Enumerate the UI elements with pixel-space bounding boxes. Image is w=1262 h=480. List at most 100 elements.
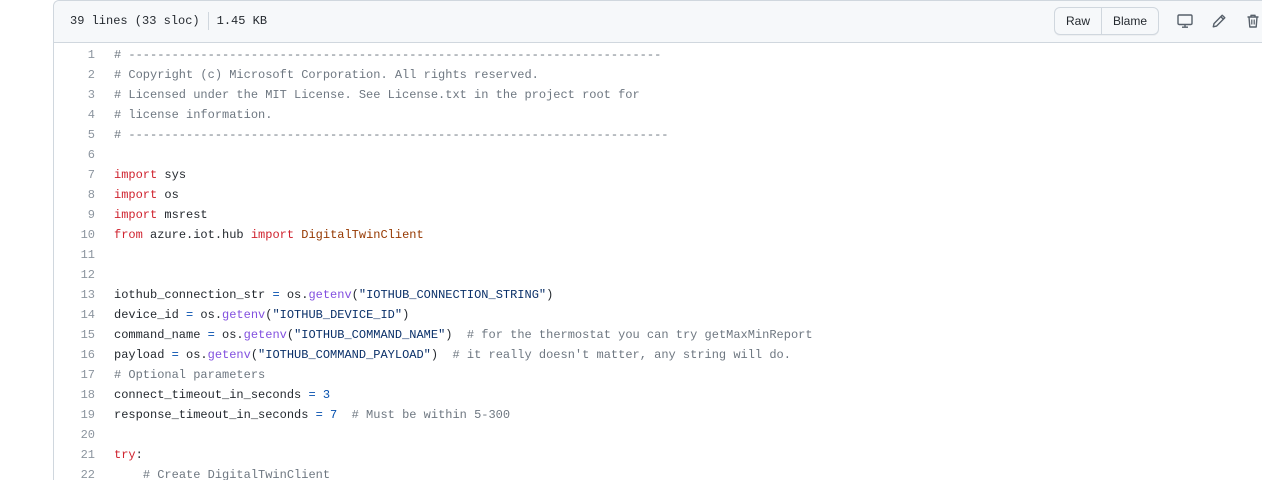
line-source: # Create DigitalTwinClient	[95, 465, 330, 480]
code-token: msrest	[157, 208, 208, 222]
code-token: "IOTHUB_CONNECTION_STRING"	[358, 288, 547, 302]
desktop-icon[interactable]	[1177, 13, 1193, 29]
code-line: 13 iothub_connection_str = os.getenv("IOT…	[54, 285, 1262, 305]
line-number[interactable]: 13	[54, 285, 95, 305]
line-source: import msrest	[95, 205, 208, 225]
code-line: 2 # Copyright (c) Microsoft Corporation. …	[54, 65, 1262, 85]
file-header: 39 lines (33 sloc) 1.45 KB Raw Blame	[54, 1, 1262, 43]
line-source: # --------------------------------------…	[95, 125, 669, 145]
line-number[interactable]: 9	[54, 205, 95, 225]
file-view: 39 lines (33 sloc) 1.45 KB Raw Blame 1 #…	[53, 0, 1262, 480]
code-line: 14 device_id = os.getenv("IOTHUB_DEVICE_I…	[54, 305, 1262, 325]
line-number[interactable]: 17	[54, 365, 95, 385]
code-token: os.	[178, 348, 208, 362]
code-token: os.	[214, 328, 244, 342]
line-number[interactable]: 8	[54, 185, 95, 205]
raw-button[interactable]: Raw	[1055, 8, 1101, 34]
code-token: getenv	[243, 328, 287, 342]
line-number[interactable]: 6	[54, 145, 95, 165]
code-token: (	[250, 348, 259, 362]
code-line: 19 response_timeout_in_seconds = 7 # Must…	[54, 405, 1262, 425]
code-line: 21 try:	[54, 445, 1262, 465]
line-source: import os	[95, 185, 179, 205]
code-token: )	[402, 308, 410, 322]
code-token: try	[114, 448, 136, 462]
pencil-icon[interactable]	[1211, 13, 1227, 29]
code-line: 5 # -------------------------------------…	[54, 125, 1262, 145]
code-line: 16 payload = os.getenv("IOTHUB_COMMAND_PA…	[54, 345, 1262, 365]
code-token: # Optional parameters	[114, 368, 266, 382]
line-number[interactable]: 4	[54, 105, 95, 125]
code-token: sys	[157, 168, 187, 182]
code-token: "IOTHUB_COMMAND_PAYLOAD"	[258, 348, 431, 362]
line-count: 39 lines (33 sloc)	[70, 14, 200, 28]
line-number[interactable]: 20	[54, 425, 95, 445]
code-line: 22 # Create DigitalTwinClient	[54, 465, 1262, 480]
code-token: # --------------------------------------…	[114, 128, 669, 142]
line-number[interactable]: 21	[54, 445, 95, 465]
code-token: "IOTHUB_COMMAND_NAME"	[294, 328, 446, 342]
code-token: =	[272, 288, 280, 302]
code-token: getenv	[222, 308, 266, 322]
code-token: (	[286, 328, 295, 342]
code-line: 18 connect_timeout_in_seconds = 3	[54, 385, 1262, 405]
line-number[interactable]: 15	[54, 325, 95, 345]
code-token: getenv	[308, 288, 352, 302]
code-line: 20	[54, 425, 1262, 445]
code-token: iothub_connection_str	[114, 288, 273, 302]
code-token: os.	[279, 288, 309, 302]
line-source: # Optional parameters	[95, 365, 265, 385]
line-source: # Copyright (c) Microsoft Corporation. A…	[95, 65, 539, 85]
line-number[interactable]: 16	[54, 345, 95, 365]
line-number[interactable]: 22	[54, 465, 95, 480]
line-number[interactable]: 14	[54, 305, 95, 325]
code-token: os	[157, 188, 179, 202]
line-source: connect_timeout_in_seconds = 3	[95, 385, 330, 405]
line-source	[95, 245, 114, 265]
line-number[interactable]: 12	[54, 265, 95, 285]
line-number[interactable]: 11	[54, 245, 95, 265]
line-source	[95, 145, 114, 165]
code-token: response_timeout_in_seconds	[114, 408, 316, 422]
line-number[interactable]: 7	[54, 165, 95, 185]
line-source: iothub_connection_str = os.getenv("IOTHU…	[95, 285, 553, 305]
code-line: 8 import os	[54, 185, 1262, 205]
line-number[interactable]: 1	[54, 45, 95, 65]
code-token: command_name	[114, 328, 208, 342]
line-source: from azure.iot.hub import DigitalTwinCli…	[95, 225, 424, 245]
code-token: # license information.	[114, 108, 273, 122]
line-source: command_name = os.getenv("IOTHUB_COMMAND…	[95, 325, 813, 345]
code-token: # Must be within 5-300	[351, 408, 511, 422]
code-token: )	[546, 288, 554, 302]
line-source	[95, 265, 114, 285]
code-token: import	[114, 188, 158, 202]
code-line: 6	[54, 145, 1262, 165]
code-token: # --------------------------------------…	[114, 48, 662, 62]
line-source: payload = os.getenv("IOTHUB_COMMAND_PAYL…	[95, 345, 791, 365]
blame-button[interactable]: Blame	[1101, 8, 1158, 34]
line-source: # --------------------------------------…	[95, 45, 661, 65]
line-number[interactable]: 19	[54, 405, 95, 425]
line-number[interactable]: 5	[54, 125, 95, 145]
line-source: # Licensed under the MIT License. See Li…	[95, 85, 640, 105]
code-token: getenv	[207, 348, 251, 362]
code-token: import	[114, 208, 158, 222]
code-token: =	[308, 388, 316, 402]
line-number[interactable]: 18	[54, 385, 95, 405]
file-info-divider	[207, 12, 209, 30]
line-number[interactable]: 3	[54, 85, 95, 105]
line-number[interactable]: 2	[54, 65, 95, 85]
trash-icon[interactable]	[1245, 13, 1261, 29]
code-line: 17 # Optional parameters	[54, 365, 1262, 385]
line-number[interactable]: 10	[54, 225, 95, 245]
line-source: # license information.	[95, 105, 272, 125]
code-line: 1 # -------------------------------------…	[54, 45, 1262, 65]
code-token: "IOTHUB_DEVICE_ID"	[272, 308, 403, 322]
code-token: azure.iot.hub	[142, 228, 251, 242]
code-token: device_id	[114, 308, 187, 322]
line-source: device_id = os.getenv("IOTHUB_DEVICE_ID"…	[95, 305, 409, 325]
code-token: # Licensed under the MIT License. See Li…	[114, 88, 640, 102]
